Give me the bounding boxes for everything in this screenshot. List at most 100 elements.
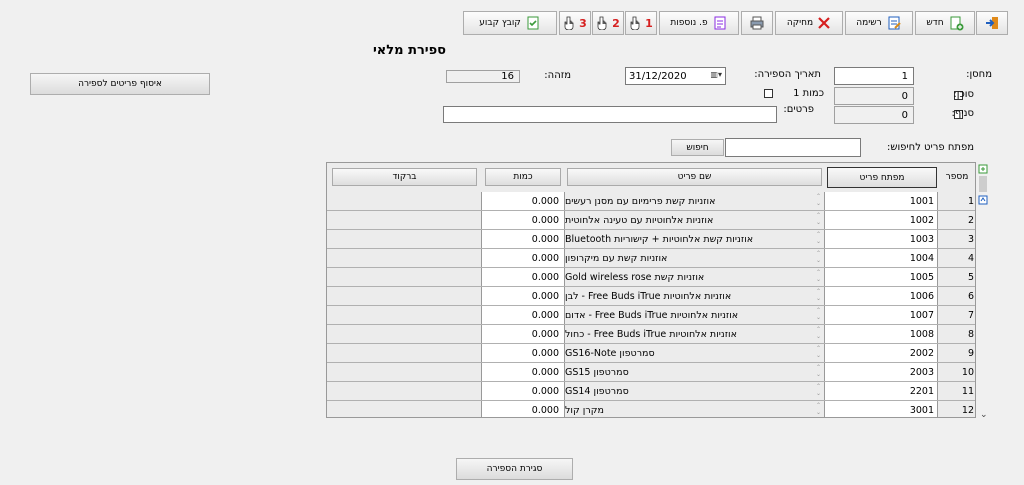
cell-number: 2 xyxy=(938,211,975,229)
cell-item-name[interactable]: אוזניות אלחוטיות Free Buds iTrue - אדום ⌃… xyxy=(565,306,825,324)
agent-label: סוכן: xyxy=(953,89,974,100)
cell-barcode[interactable] xyxy=(327,382,482,400)
cell-item-name[interactable]: אוזניות קשת פרימיום עם מסנן רעשים ⌃ ⌄ xyxy=(565,192,825,210)
cell-barcode[interactable] xyxy=(327,363,482,381)
header-item-key[interactable]: מפתח פריט xyxy=(827,167,937,188)
header-barcode[interactable]: ברקוד xyxy=(332,168,477,186)
cell-quantity[interactable]: 0.000 xyxy=(482,363,565,381)
spin-arrows-icon: ⌃ ⌄ xyxy=(815,383,821,397)
cell-item-key[interactable]: 1001 xyxy=(825,192,938,210)
hand-2-button[interactable]: 2 xyxy=(592,11,624,35)
search-key-field[interactable] xyxy=(725,138,861,157)
grid-settings-icon[interactable] xyxy=(978,164,988,174)
cell-number: 7 xyxy=(938,306,975,324)
table-row[interactable]: 0.000 סמרטפון GS14 ⌃ ⌄ 2201 11 xyxy=(327,382,975,401)
cell-barcode[interactable] xyxy=(327,306,482,324)
cell-item-key[interactable]: 3001 xyxy=(825,401,938,417)
cell-quantity[interactable]: 0.000 xyxy=(482,382,565,400)
cell-quantity[interactable]: 0.000 xyxy=(482,287,565,305)
cell-quantity[interactable]: 0.000 xyxy=(482,211,565,229)
cell-quantity[interactable]: 0.000 xyxy=(482,401,565,417)
header-number: מספר xyxy=(945,172,969,182)
collect-items-button[interactable]: איסוף פריטים לספירה xyxy=(30,73,210,95)
details-field[interactable] xyxy=(443,106,777,123)
more-functions-button[interactable]: פ. נוספות xyxy=(659,11,739,35)
cell-barcode[interactable] xyxy=(327,211,482,229)
close-count-button[interactable]: סגירת הספירה xyxy=(456,458,573,480)
cell-item-name[interactable]: אוזניות אלחוטיות עם טעינה אלחוטית ⌃ ⌄ xyxy=(565,211,825,229)
cell-barcode[interactable] xyxy=(327,287,482,305)
cell-number: 11 xyxy=(938,382,975,400)
fixed-file-button[interactable]: קובץ קבוע xyxy=(463,11,557,35)
cell-barcode[interactable] xyxy=(327,325,482,343)
table-row[interactable]: 0.000 אוזניות קשת Gold wireless rose ⌃ ⌄ 100… xyxy=(327,268,975,287)
table-row[interactable]: 0.000 סמרטפון GS16-Note ⌃ ⌄ 2002 9 xyxy=(327,344,975,363)
cell-quantity[interactable]: 0.000 xyxy=(482,306,565,324)
grid-export-icon[interactable] xyxy=(978,195,988,205)
cell-item-key[interactable]: 1002 xyxy=(825,211,938,229)
cell-quantity[interactable]: 0.000 xyxy=(482,249,565,267)
header-item-name[interactable]: שם פריט xyxy=(567,168,822,186)
cell-quantity[interactable]: 0.000 xyxy=(482,230,565,248)
cell-number: 12 xyxy=(938,401,975,417)
table-row[interactable]: 0.000 אוזניות אלחוטיות Free Buds iTrue - … xyxy=(327,325,975,344)
table-row[interactable]: 0.000 סמרטפון GS15 ⌃ ⌄ 2003 10 xyxy=(327,363,975,382)
table-row[interactable]: 0.000 אוזניות קשת עם מיקרופון ⌃ ⌄ 1004 4 xyxy=(327,249,975,268)
table-row[interactable]: 0.000 מקרן קול ⌃ ⌄ 3001 12 xyxy=(327,401,975,417)
print-button[interactable] xyxy=(741,11,773,35)
cell-item-name[interactable]: אוזניות קשת עם מיקרופון ⌃ ⌄ xyxy=(565,249,825,267)
delete-button[interactable]: מחיקה xyxy=(775,11,843,35)
cell-item-key[interactable]: 2002 xyxy=(825,344,938,362)
count-date-label: תאריך הספירה: xyxy=(754,69,821,80)
new-document-icon xyxy=(950,16,964,31)
list-button[interactable]: רשימה xyxy=(845,11,913,35)
cell-quantity[interactable]: 0.000 xyxy=(482,268,565,286)
cell-item-name[interactable]: אוזניות קשת Gold wireless rose ⌃ ⌄ xyxy=(565,268,825,286)
header-quantity[interactable]: כמות xyxy=(485,168,561,186)
search-button[interactable]: חיפוש xyxy=(671,139,724,156)
calendar-dropdown-icon[interactable]: ▥▾ xyxy=(710,70,722,79)
quantity1-checkbox[interactable] xyxy=(764,89,773,98)
table-row[interactable]: 0.000 אוזניות קשת פרימיום עם מסנן רעשים ⌃ ⌄… xyxy=(327,192,975,211)
scroll-thumb[interactable] xyxy=(979,176,987,192)
hand-1-button[interactable]: 1 xyxy=(625,11,657,35)
grid-scrollbar[interactable]: ⌄ xyxy=(978,162,990,420)
spin-arrows-icon: ⌃ ⌄ xyxy=(815,402,821,416)
cell-item-key[interactable]: 1003 xyxy=(825,230,938,248)
cell-item-key[interactable]: 1006 xyxy=(825,287,938,305)
cell-barcode[interactable] xyxy=(327,230,482,248)
cell-quantity[interactable]: 0.000 xyxy=(482,192,565,210)
cell-barcode[interactable] xyxy=(327,344,482,362)
count-date-field[interactable]: 31/12/2020 ▥▾ xyxy=(625,67,726,85)
table-row[interactable]: 0.000 אוזניות אלחוטיות עם טעינה אלחוטית ⌃ ⌄… xyxy=(327,211,975,230)
cell-item-name[interactable]: מקרן קול ⌃ ⌄ xyxy=(565,401,825,417)
new-button[interactable]: חדש xyxy=(915,11,975,35)
cell-item-name[interactable]: אוזניות אלחוטיות Free Buds iTrue - לבן ⌃ ⌄ xyxy=(565,287,825,305)
table-row[interactable]: 0.000 אוזניות אלחוטיות Free Buds iTrue - … xyxy=(327,287,975,306)
cell-item-key[interactable]: 2003 xyxy=(825,363,938,381)
table-row[interactable]: 0.000 אוזניות אלחוטיות Free Buds iTrue - … xyxy=(327,306,975,325)
cell-quantity[interactable]: 0.000 xyxy=(482,344,565,362)
table-row[interactable]: 0.000 אוזניות קשת אלחוטיות + קישוריות Blu… xyxy=(327,230,975,249)
cell-item-name[interactable]: אוזניות קשת אלחוטיות + קישוריות Bluetoot… xyxy=(565,230,825,248)
cell-item-name[interactable]: סמרטפון GS14 ⌃ ⌄ xyxy=(565,382,825,400)
warehouse-field[interactable]: 1 xyxy=(834,67,914,85)
spin-arrows-icon: ⌃ ⌄ xyxy=(815,288,821,302)
scroll-down-icon[interactable]: ⌄ xyxy=(980,410,988,420)
exit-button[interactable] xyxy=(976,11,1008,35)
cell-quantity[interactable]: 0.000 xyxy=(482,325,565,343)
cell-item-key[interactable]: 1004 xyxy=(825,249,938,267)
cell-item-name[interactable]: סמרטפון GS16-Note ⌃ ⌄ xyxy=(565,344,825,362)
hand-3-button[interactable]: 3 xyxy=(559,11,591,35)
cell-item-name[interactable]: סמרטפון GS15 ⌃ ⌄ xyxy=(565,363,825,381)
cell-number: 10 xyxy=(938,363,975,381)
cell-item-key[interactable]: 1007 xyxy=(825,306,938,324)
cell-barcode[interactable] xyxy=(327,192,482,210)
cell-barcode[interactable] xyxy=(327,249,482,267)
cell-barcode[interactable] xyxy=(327,401,482,417)
cell-barcode[interactable] xyxy=(327,268,482,286)
cell-item-key[interactable]: 1008 xyxy=(825,325,938,343)
cell-item-key[interactable]: 1005 xyxy=(825,268,938,286)
cell-item-key[interactable]: 2201 xyxy=(825,382,938,400)
cell-item-name[interactable]: אוזניות אלחוטיות Free Buds iTrue - כחול ⌃… xyxy=(565,325,825,343)
